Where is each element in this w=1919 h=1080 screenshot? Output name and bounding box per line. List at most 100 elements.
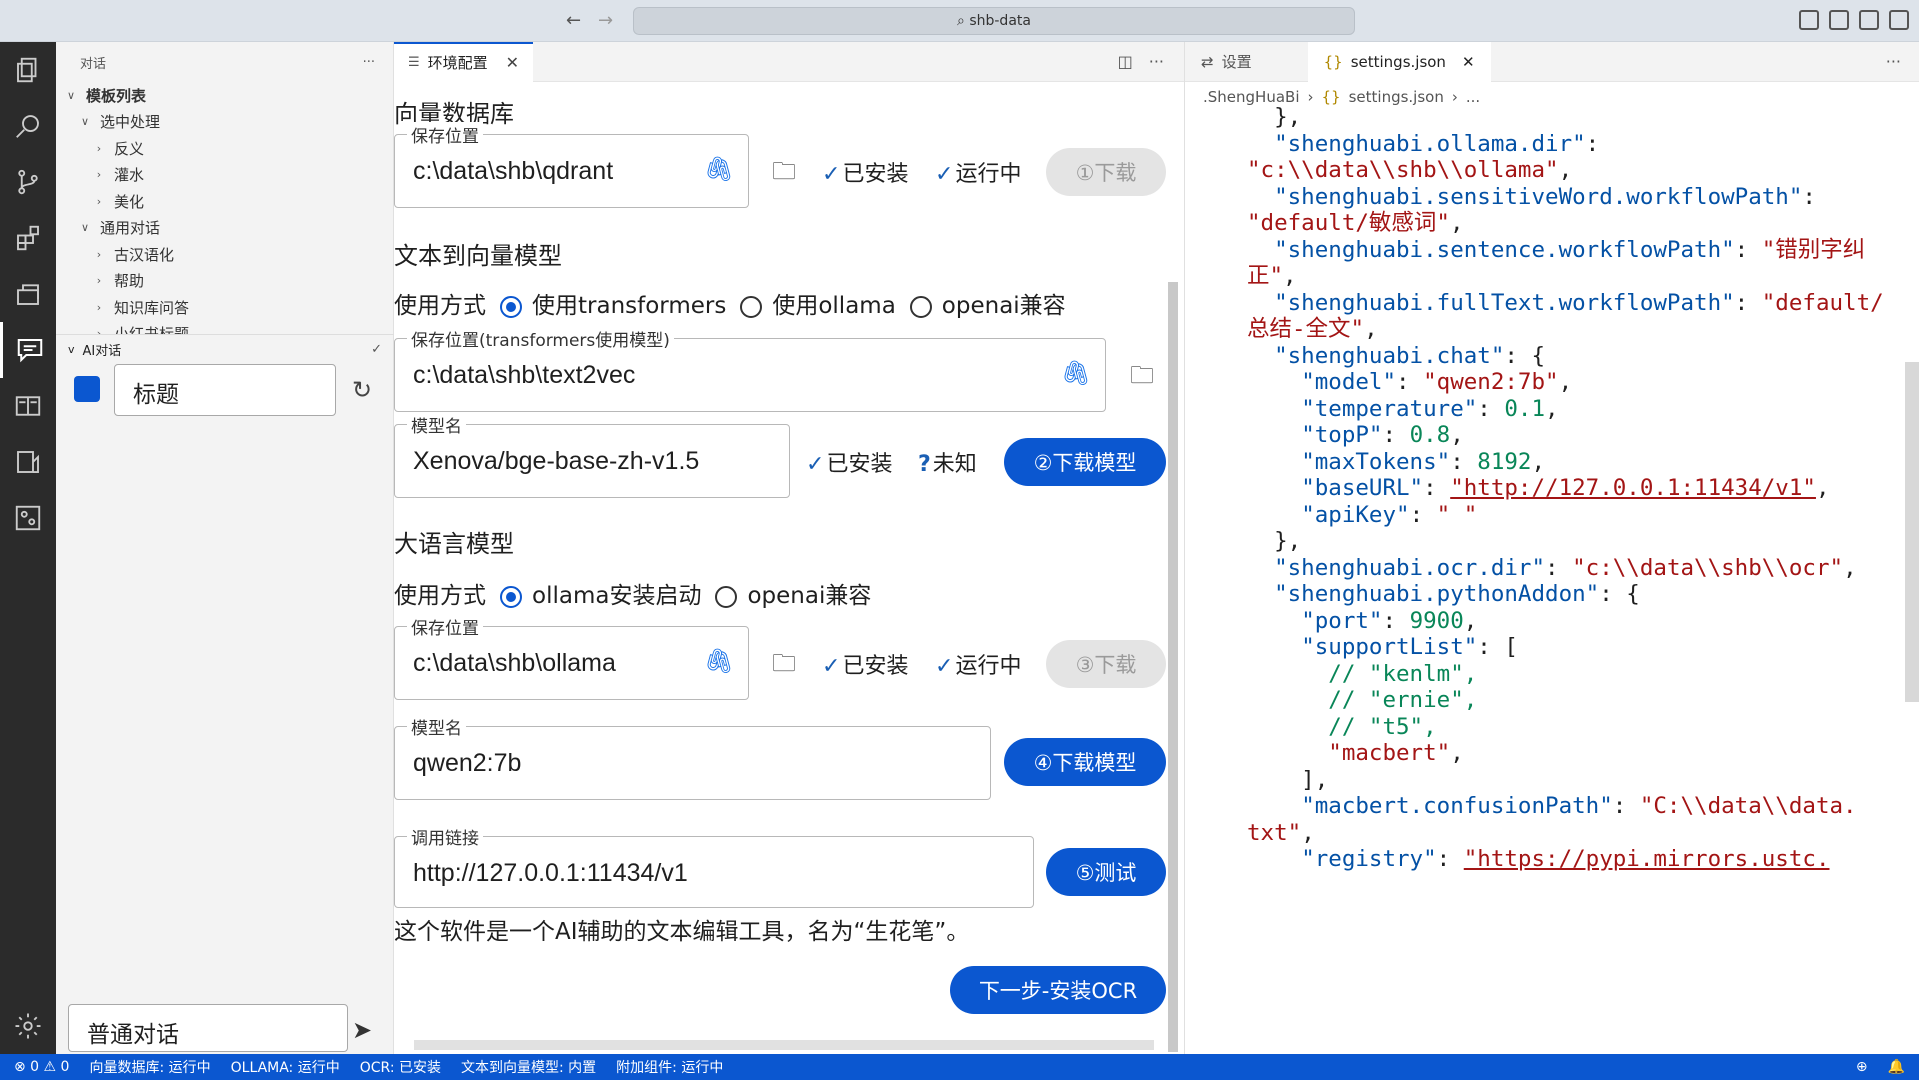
check-icon: ✓ — [935, 654, 954, 679]
json-braces-icon: {} — [1323, 52, 1343, 71]
vdb-location-field[interactable]: 保存位置 c:\data\shb\qdrant 🖇 — [394, 122, 749, 208]
test-button[interactable]: ⑤测试 — [1046, 848, 1166, 896]
editor-tab-bar: ☰ 环境配置 ✕ ◫ ··· — [394, 41, 1184, 82]
llm-download-button[interactable]: ③下载 — [1046, 640, 1166, 688]
t2v-location-field[interactable]: 保存位置(transformers使用模型) c:\data\shb\text2… — [394, 326, 1106, 412]
question-icon: ? — [918, 452, 931, 477]
attach-icon[interactable]: 🖇 — [704, 155, 734, 183]
zoom-icon[interactable]: ⊕ — [1856, 1059, 1868, 1075]
toggle-panel-icon[interactable] — [1829, 10, 1849, 30]
tree-item[interactable]: › 知识库问答 — [56, 294, 393, 321]
vdb-status[interactable]: 向量数据库: 运行中 — [89, 1057, 210, 1077]
radio-openai[interactable] — [909, 295, 932, 318]
forward-arrow-icon[interactable]: → — [598, 10, 613, 31]
tree-item[interactable]: ›小红书标题 — [56, 321, 393, 334]
more-actions-icon[interactable]: ··· — [1149, 52, 1164, 71]
checkmark-icon[interactable]: ✓ — [371, 342, 382, 357]
command-center-search[interactable]: ⌕ shb-data — [633, 7, 1355, 35]
vertical-scrollbar[interactable] — [1168, 282, 1178, 1052]
llm-url-field[interactable]: 调用链接 http://127.0.0.1:11434/v1 — [394, 824, 1034, 908]
llm-model-field[interactable]: 模型名 qwen2:7b — [394, 714, 991, 800]
title-bar: ← → ⌕ shb-data — [0, 0, 1919, 42]
t2v-model-field[interactable]: 模型名 Xenova/bge-base-zh-v1.5 — [394, 412, 790, 498]
tree-item[interactable]: › 灌水 — [56, 162, 393, 189]
horizontal-scrollbar[interactable] — [414, 1040, 1154, 1050]
notifications-bell-icon[interactable]: 🔔 — [1888, 1059, 1905, 1075]
tree-item[interactable]: › 帮助 — [56, 268, 393, 295]
tree-item[interactable]: ∨ 通用对话 — [56, 215, 393, 242]
radio-ollama[interactable] — [740, 295, 763, 318]
tab-settings-json[interactable]: {} settings.json ✕ — [1307, 41, 1491, 82]
tree-item[interactable]: › 古汉语化 — [56, 241, 393, 268]
close-tab-icon[interactable]: ✕ — [506, 53, 519, 72]
more-actions-icon[interactable]: ··· — [1886, 52, 1901, 71]
extensions-icon[interactable] — [0, 210, 56, 266]
folder-icon[interactable]: 🗀 — [772, 154, 796, 195]
chevron-right-icon: › — [96, 327, 102, 334]
toggle-primary-sidebar-icon[interactable] — [1799, 10, 1819, 30]
check-icon: ✓ — [935, 162, 954, 187]
back-arrow-icon[interactable]: ← — [566, 10, 581, 31]
tree-item[interactable]: › 美化 — [56, 188, 393, 215]
folder-icon[interactable]: 🗀 — [1130, 358, 1154, 399]
chevron-down-icon: v — [68, 343, 75, 356]
addon-status[interactable]: 附加组件: 运行中 — [616, 1057, 723, 1077]
attach-icon[interactable]: 🖇 — [704, 647, 734, 675]
chat-icon[interactable] — [0, 322, 56, 378]
radio-openai-llm[interactable] — [715, 585, 738, 608]
split-editor-icon[interactable]: ◫ — [1118, 52, 1133, 71]
chevron-right-icon: › — [96, 194, 102, 208]
document-edit-icon[interactable] — [0, 434, 56, 490]
customize-layout-icon[interactable] — [1889, 10, 1909, 30]
activity-bar — [0, 42, 56, 1054]
tree-item[interactable]: ∨ 选中处理 — [56, 109, 393, 136]
tree-item[interactable]: › 反义 — [56, 135, 393, 162]
layout-controls — [1799, 10, 1909, 30]
remote-icon[interactable] — [0, 266, 56, 322]
template-tree: ∨模板列表∨选中处理›反义›灌水›美化∨通用对话›古汉语化›帮助›知识库问答›小… — [56, 82, 393, 334]
send-icon[interactable]: ➤ — [352, 1016, 372, 1044]
chevron-down-icon: ∨ — [66, 88, 76, 102]
ocr-status[interactable]: OCR: 已安装 — [360, 1057, 441, 1077]
json-code[interactable]: }, "shenghuabi.ollama.dir": "c:\\data\\s… — [1247, 104, 1884, 873]
close-tab-icon[interactable]: ✕ — [1462, 53, 1475, 71]
t2v-unknown-status: ?未知 — [918, 452, 977, 477]
vdb-download-button[interactable]: ①下载 — [1046, 148, 1166, 196]
right-tab-bar: ⇄ 设置 {} settings.json ✕ ··· — [1185, 41, 1919, 82]
llm-download-model-button[interactable]: ④下载模型 — [1004, 738, 1166, 786]
tab-settings[interactable]: ⇄ 设置 — [1185, 42, 1268, 82]
llm-mode-row: 使用方式 ollama安装启动 openai兼容 — [394, 583, 872, 609]
chevron-right-icon: › — [96, 247, 102, 261]
radio-ollama-start[interactable] — [500, 585, 522, 608]
problems-status[interactable]: ⊗ 0 ⚠ 0 — [14, 1059, 69, 1075]
t2v-download-model-button[interactable]: ②下载模型 — [1004, 438, 1166, 486]
book-icon[interactable] — [0, 378, 56, 434]
refresh-icon[interactable]: ↻ — [352, 376, 372, 404]
chat-input[interactable]: 普通对话 — [68, 1004, 348, 1052]
vertical-scrollbar[interactable] — [1905, 362, 1919, 702]
tree-item[interactable]: ∨ 模板列表 — [56, 82, 393, 109]
llm-location-field[interactable]: 保存位置 c:\data\shb\ollama 🖇 — [394, 614, 749, 700]
check-icon: ✓ — [822, 654, 841, 679]
settings-gear-icon[interactable] — [0, 998, 56, 1054]
radio-transformers[interactable] — [500, 295, 522, 318]
toggle-secondary-sidebar-icon[interactable] — [1859, 10, 1879, 30]
sidebar-header: 对话 ··· — [56, 42, 393, 82]
ai-chat-section-header[interactable]: v AI对话 ✓ — [56, 334, 394, 364]
title-input[interactable]: 标题 — [114, 364, 336, 416]
attach-icon[interactable]: 🖇 — [1061, 359, 1091, 387]
next-install-ocr-button[interactable]: 下一步-安装OCR — [950, 966, 1166, 1014]
chevron-right-icon: › — [96, 300, 102, 314]
more-actions-icon[interactable]: ··· — [363, 55, 375, 70]
dashboard-icon[interactable] — [0, 490, 56, 546]
chevron-right-icon: › — [96, 141, 102, 155]
ollama-status[interactable]: OLLAMA: 运行中 — [231, 1057, 340, 1077]
llm-installed-status: ✓已安装 — [822, 654, 909, 679]
t2v-status[interactable]: 文本到向量模型: 内置 — [461, 1057, 596, 1077]
folder-icon[interactable]: 🗀 — [772, 646, 796, 687]
search-icon[interactable] — [0, 98, 56, 154]
source-control-icon[interactable] — [0, 154, 56, 210]
tab-env-config[interactable]: ☰ 环境配置 ✕ — [394, 41, 534, 82]
explorer-icon[interactable] — [0, 42, 56, 98]
status-bar: ⊗ 0 ⚠ 0 向量数据库: 运行中 OLLAMA: 运行中 OCR: 已安装 … — [0, 1054, 1919, 1080]
